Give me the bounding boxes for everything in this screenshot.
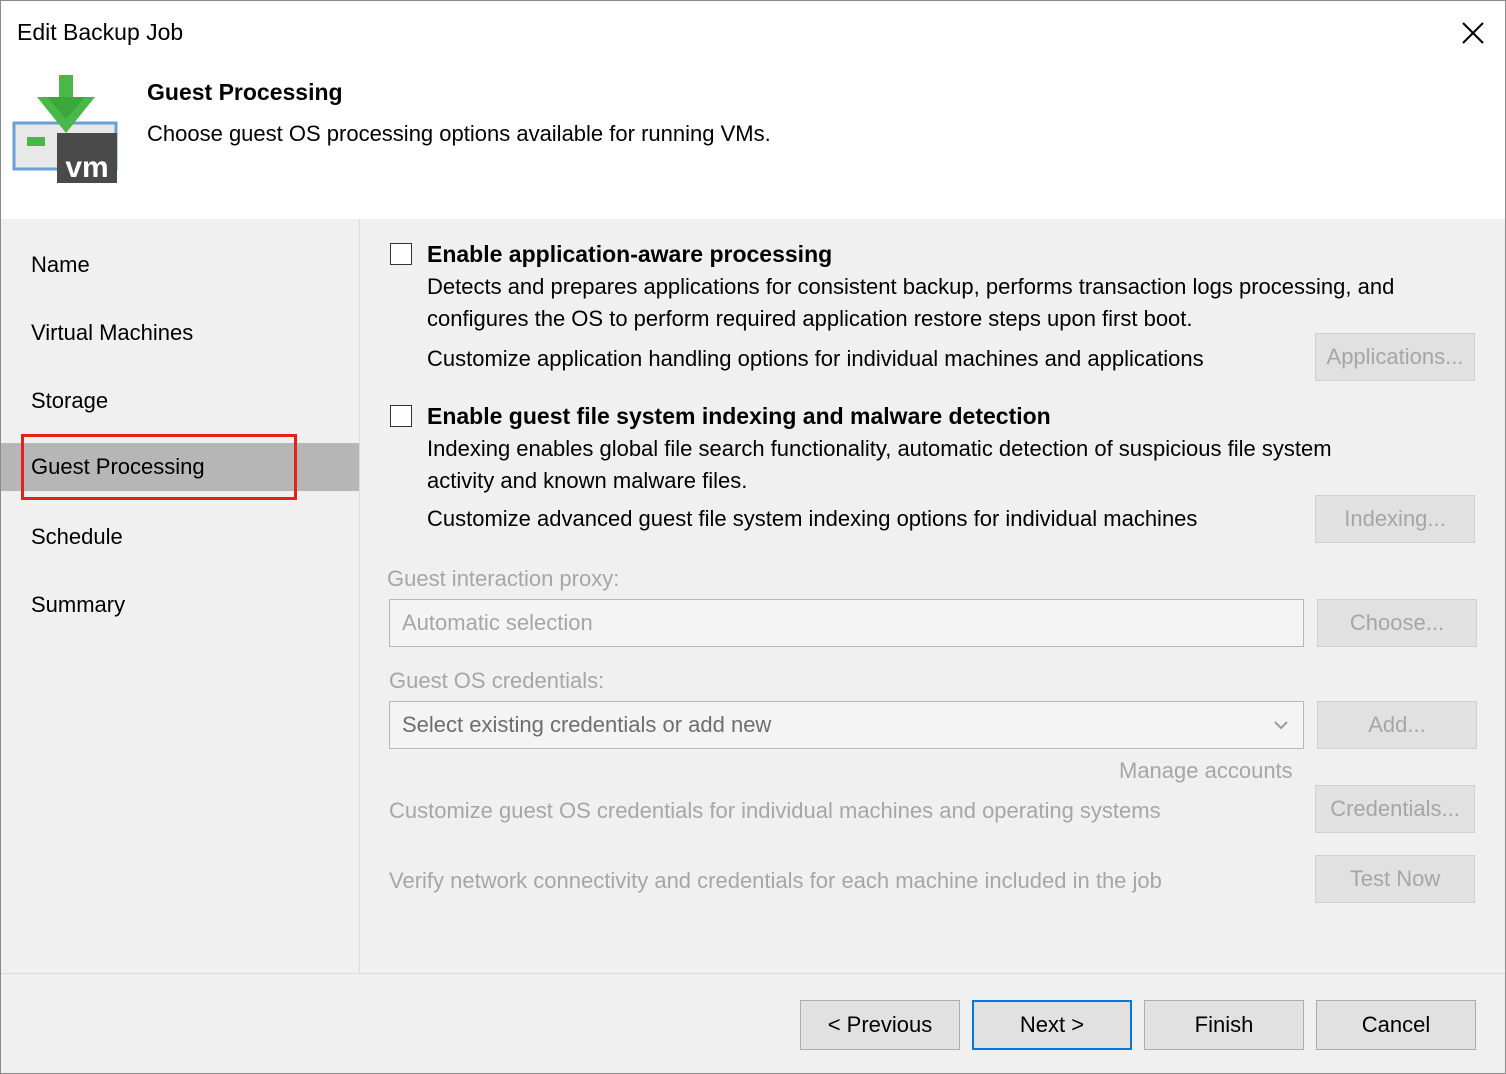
next-button[interactable]: Next > (972, 1000, 1132, 1050)
edit-backup-job-window: Edit Backup Job vm Guest Processing Choo… (0, 0, 1506, 1074)
credentials-label: Guest OS credentials: (389, 668, 605, 693)
indexing-customize-text: Customize advanced guest file system ind… (427, 506, 1198, 531)
page-title: Guest Processing (147, 79, 343, 105)
close-button[interactable] (1443, 9, 1503, 57)
nav-item-virtual-machines[interactable]: Virtual Machines (1, 309, 359, 357)
vm-backup-icon: vm (12, 75, 118, 183)
nav-item-summary[interactable]: Summary (1, 581, 359, 629)
page-subtitle: Choose guest OS processing options avail… (147, 121, 771, 146)
proxy-field[interactable]: Automatic selection (389, 599, 1304, 647)
credentials-customize-text: Customize guest OS credentials for indiv… (389, 798, 1161, 823)
title-bar: Edit Backup Job (1, 1, 1505, 63)
indexing-desc-line2: activity and known malware files. (427, 468, 748, 493)
credentials-button[interactable]: Credentials... (1315, 785, 1475, 833)
wizard-header: vm Guest Processing Choose guest OS proc… (1, 63, 1505, 220)
choose-button[interactable]: Choose... (1317, 599, 1477, 647)
previous-button[interactable]: < Previous (800, 1000, 960, 1050)
indexing-button[interactable]: Indexing... (1315, 495, 1475, 543)
credentials-select-value: Select existing credentials or add new (402, 712, 772, 737)
wizard-steps-nav: Name Virtual Machines Storage Guest Proc… (1, 219, 360, 973)
manage-accounts-link[interactable]: Manage accounts (1119, 755, 1293, 787)
credentials-select[interactable]: Select existing credentials or add new (389, 701, 1304, 749)
indexing-checkbox[interactable] (390, 405, 412, 427)
app-aware-checkbox[interactable] (390, 243, 412, 265)
cancel-button[interactable]: Cancel (1316, 1000, 1476, 1050)
app-aware-desc-line1: Detects and prepares applications for co… (427, 274, 1395, 299)
applications-button[interactable]: Applications... (1315, 333, 1475, 381)
indexing-label[interactable]: Enable guest file system indexing and ma… (427, 403, 1051, 430)
indexing-desc-line1: Indexing enables global file search func… (427, 436, 1332, 461)
nav-item-guest-processing[interactable]: Guest Processing (1, 443, 359, 491)
nav-item-schedule[interactable]: Schedule (1, 513, 359, 561)
close-icon (1462, 22, 1484, 44)
finish-button[interactable]: Finish (1144, 1000, 1304, 1050)
proxy-label: Guest interaction proxy: (387, 566, 620, 591)
app-aware-desc-line2: configures the OS to perform required ap… (427, 306, 1193, 331)
chevron-down-icon (1274, 721, 1288, 730)
vm-icon-label: vm (65, 151, 108, 183)
add-credentials-button[interactable]: Add... (1317, 701, 1477, 749)
wizard-footer: < Previous Next > Finish Cancel (1, 973, 1505, 1073)
app-aware-customize-text: Customize application handling options f… (427, 346, 1204, 371)
window-title: Edit Backup Job (17, 19, 184, 45)
app-aware-label[interactable]: Enable application-aware processing (427, 241, 832, 268)
nav-item-storage[interactable]: Storage (1, 377, 359, 425)
guest-processing-panel: Enable application-aware processing Dete… (360, 219, 1505, 973)
test-now-button[interactable]: Test Now (1315, 855, 1475, 903)
nav-item-name[interactable]: Name (1, 241, 359, 289)
verify-text: Verify network connectivity and credenti… (389, 868, 1162, 893)
